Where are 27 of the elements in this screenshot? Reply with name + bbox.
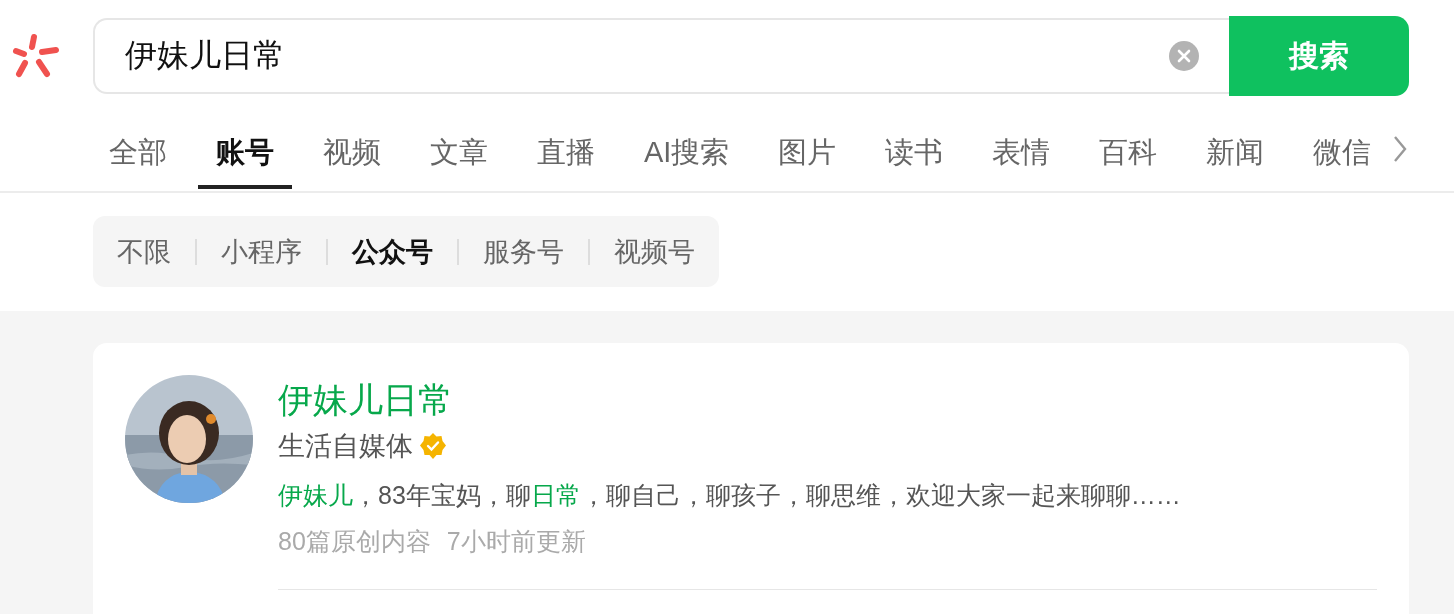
filter-option[interactable]: 公众号 — [352, 233, 433, 270]
category-tab[interactable]: 微信 — [1295, 96, 1390, 189]
filter-option[interactable]: 不限 — [117, 233, 171, 270]
account-name[interactable]: 伊妹儿日常 — [278, 375, 453, 425]
clear-icon[interactable] — [1169, 41, 1199, 71]
filter-option[interactable]: 小程序 — [221, 233, 302, 270]
chevron-right-icon[interactable] — [1392, 135, 1408, 163]
account-stat: 7小时前更新 — [446, 526, 586, 557]
logo-icon[interactable] — [12, 32, 60, 80]
category-tab[interactable]: 全部 — [91, 96, 185, 189]
account-category: 生活自媒体 — [278, 430, 413, 463]
category-tab[interactable]: 读书 — [867, 96, 962, 189]
filter-option[interactable]: 服务号 — [483, 233, 564, 270]
category-tab[interactable]: 文章 — [412, 96, 506, 189]
account-stat: 80篇原创内容 — [278, 526, 431, 557]
category-tab[interactable]: 百科 — [1081, 96, 1176, 189]
filter-option[interactable]: 视频号 — [614, 233, 695, 270]
category-tab[interactable]: 表情 — [974, 96, 1069, 189]
account-card[interactable]: 伊妹儿日常 生活自媒体 伊妹儿，83年宝妈，聊日常，聊自己，聊孩子，聊思维，欢迎大家一起来聊聊…… 80篇原创内容 7小时前更新 — [93, 343, 1409, 614]
category-tab[interactable]: AI搜索 — [626, 96, 748, 189]
category-tab[interactable]: 账号 — [198, 96, 292, 189]
account-description: 伊妹儿，83年宝妈，聊日常，聊自己，聊孩子，聊思维，欢迎大家一起来聊聊…… — [278, 480, 1181, 511]
category-tab[interactable]: 直播 — [519, 96, 613, 189]
category-tab[interactable]: 图片 — [760, 96, 855, 189]
category-tab[interactable]: 视频 — [305, 96, 399, 189]
category-tab[interactable]: 新闻 — [1188, 96, 1283, 189]
search-field[interactable]: 伊妹儿日常 — [93, 18, 1229, 94]
